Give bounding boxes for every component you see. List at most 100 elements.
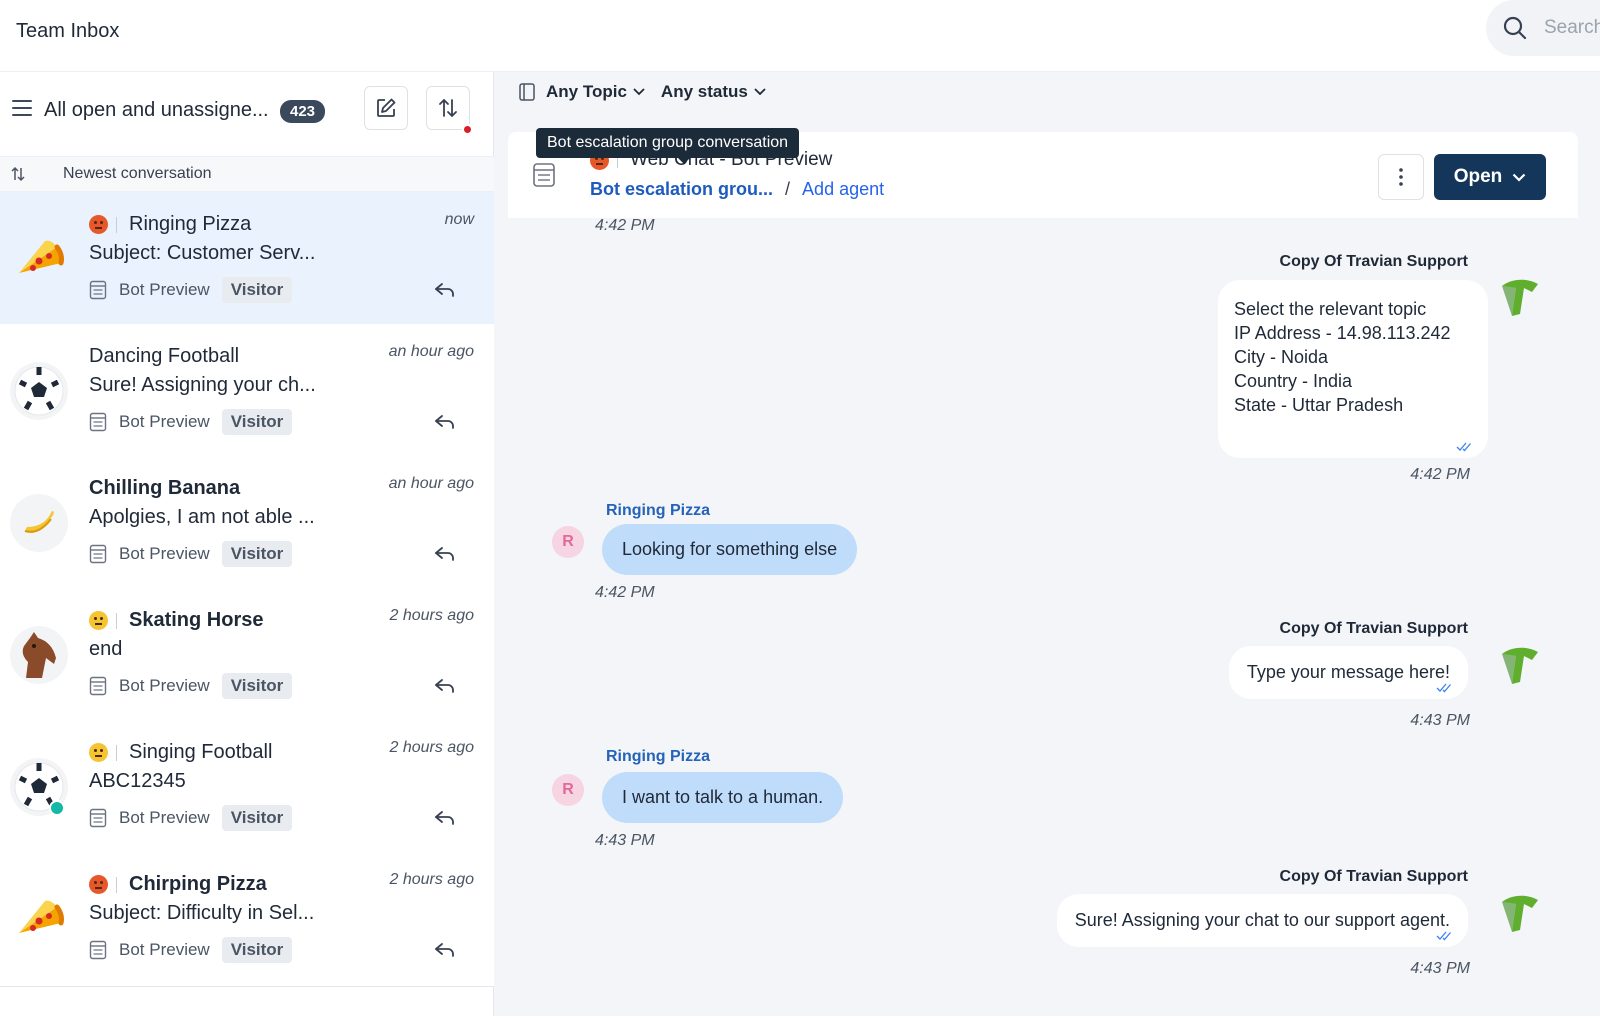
bot-logo-icon xyxy=(1502,279,1538,316)
sort-label: Newest conversation xyxy=(63,165,212,182)
channel-icon xyxy=(89,676,107,696)
reply-icon[interactable] xyxy=(434,546,456,562)
compose-button[interactable] xyxy=(364,86,408,130)
message-timestamp: 4:43 PM xyxy=(1410,712,1470,729)
conversation-name: Ringing Pizza xyxy=(129,213,252,235)
topic-filter-icon xyxy=(519,83,535,101)
conversation-meta: Bot Preview Visitor xyxy=(89,673,293,699)
channel-icon xyxy=(89,280,107,300)
conversation-time: 2 hours ago xyxy=(389,739,474,756)
channel-icon xyxy=(533,163,555,187)
message-timestamp: 4:43 PM xyxy=(595,832,655,849)
message-sender-user: Ringing Pizza xyxy=(606,748,710,765)
chevron-down-icon xyxy=(754,88,766,96)
conversation-meta: Bot Preview Visitor xyxy=(89,277,293,303)
conversation-list-item[interactable]: Chilling Banana an hour ago Apolgies, I … xyxy=(0,456,494,591)
conversation-meta: Bot Preview Visitor xyxy=(89,409,293,435)
conversation-channel: Bot Preview xyxy=(119,940,210,959)
conversation-channel: Bot Preview xyxy=(119,676,210,695)
conversation-count-badge: 423 xyxy=(280,100,326,123)
chevron-down-icon xyxy=(633,88,645,96)
neutral-face-icon xyxy=(89,611,108,630)
status-open-button[interactable]: Open xyxy=(1434,154,1546,200)
bot-logo-icon xyxy=(1502,895,1538,932)
more-options-button[interactable] xyxy=(1378,154,1424,200)
horse-icon xyxy=(10,626,68,684)
user-message-bubble: Looking for something else xyxy=(602,524,858,575)
conversation-name: Dancing Football xyxy=(89,345,240,367)
conversation-list-item[interactable]: Singing Football 2 hours ago ABC12345 Bo… xyxy=(0,720,494,855)
channel-icon xyxy=(89,412,107,432)
agent-message-bubble: Select the relevant topic IP Address - 1… xyxy=(1218,280,1488,458)
conversation-name-row: Chirping Pizza xyxy=(89,873,267,896)
message-sender-user: Ringing Pizza xyxy=(606,502,710,519)
conversation-list-panel: All open and unassigne... 423 Newest con… xyxy=(0,72,494,1016)
conversation-preview: Apolgies, I am not able ... xyxy=(89,506,315,528)
agent-message-bubble: Sure! Assigning your chat to our support… xyxy=(1056,894,1468,947)
conversation-preview: Subject: Difficulty in Sel... xyxy=(89,902,315,924)
message-timestamp: 4:42 PM xyxy=(595,584,655,601)
football-icon xyxy=(10,362,68,420)
reply-icon[interactable] xyxy=(434,942,456,958)
conversation-list-item[interactable]: Ringing Pizza now Subject: Customer Serv… xyxy=(0,192,494,327)
vertical-dots-icon xyxy=(1399,168,1403,186)
add-agent-link[interactable]: Add agent xyxy=(802,179,884,200)
conversation-card: Web Chat - Bot Preview Bot escalation gr… xyxy=(508,128,1578,1016)
reply-icon[interactable] xyxy=(434,810,456,826)
reply-icon[interactable] xyxy=(434,678,456,694)
visitor-tag: Visitor xyxy=(221,805,293,831)
conversation-preview: ABC12345 xyxy=(89,770,186,792)
conversation-meta: Bot Preview Visitor xyxy=(89,541,293,567)
conversation-channel: Bot Preview xyxy=(119,280,210,299)
filter-bar: Any Topic Any status xyxy=(494,72,1600,112)
conversation-header: Web Chat - Bot Preview Bot escalation gr… xyxy=(508,128,1578,218)
banana-icon xyxy=(10,494,68,552)
angry-face-icon xyxy=(89,875,108,894)
message-text: Type your message here! xyxy=(1246,662,1450,682)
conversation-name-row: Singing Football xyxy=(89,741,272,764)
read-receipt-icon xyxy=(1436,931,1451,941)
inbox-view-title[interactable]: All open and unassigne... xyxy=(44,99,269,122)
message-sender-agent: Copy Of Travian Support xyxy=(1279,253,1468,270)
group-link[interactable]: Bot escalation grou... xyxy=(590,179,773,200)
chevron-down-icon xyxy=(1513,173,1526,182)
conversation-name-row: Ringing Pizza xyxy=(89,213,251,236)
topic-filter-label: Any Topic xyxy=(546,82,627,101)
conversation-list-item[interactable]: Skating Horse 2 hours ago end Bot Previe… xyxy=(0,588,494,723)
top-bar: Team Inbox Search xyxy=(0,0,1600,72)
sort-toggle-button[interactable] xyxy=(426,86,473,135)
status-filter-dropdown[interactable]: Any status xyxy=(661,82,766,102)
user-avatar: R xyxy=(552,774,584,806)
sort-row[interactable]: Newest conversation xyxy=(0,156,494,192)
conversation-preview: Sure! Assigning your ch... xyxy=(89,374,316,396)
message-line: IP Address - 14.98.113.242 xyxy=(1234,323,1451,343)
user-message-bubble: I want to talk to a human. xyxy=(602,772,844,823)
sort-icon xyxy=(439,98,457,118)
compose-icon xyxy=(377,98,396,117)
conversation-name: Chirping Pizza xyxy=(129,873,267,895)
visitor-tag: Visitor xyxy=(221,409,293,435)
reply-icon[interactable] xyxy=(434,414,456,430)
app-title: Team Inbox xyxy=(16,20,120,42)
inbox-header: All open and unassigne... 423 xyxy=(0,72,494,156)
visitor-tag: Visitor xyxy=(221,673,293,699)
conversation-time: an hour ago xyxy=(388,475,474,492)
breadcrumb-separator: / xyxy=(785,179,791,199)
conversation-list-item[interactable]: Dancing Football an hour ago Sure! Assig… xyxy=(0,324,494,459)
message-line: Select the relevant topic xyxy=(1234,299,1427,319)
topic-filter-dropdown[interactable]: Any Topic xyxy=(546,82,645,102)
reply-icon[interactable] xyxy=(434,282,456,298)
message-line: Country - India xyxy=(1234,371,1353,391)
conversation-preview: end xyxy=(89,638,123,660)
search-box[interactable]: Search xyxy=(1486,0,1600,56)
agent-message-bubble: Type your message here! xyxy=(1228,646,1468,699)
conversation-list-item[interactable]: Chirping Pizza 2 hours ago Subject: Diff… xyxy=(0,852,494,987)
conversation-meta: Bot Preview Visitor xyxy=(89,937,293,963)
conversation-time: an hour ago xyxy=(388,343,474,360)
search-icon xyxy=(1503,16,1527,40)
status-open-label: Open xyxy=(1453,166,1503,187)
status-filter-label: Any status xyxy=(660,82,748,101)
conversation-name-row: Skating Horse xyxy=(89,609,263,632)
hamburger-menu-icon[interactable] xyxy=(12,100,32,118)
conversation-channel: Bot Preview xyxy=(119,808,210,827)
